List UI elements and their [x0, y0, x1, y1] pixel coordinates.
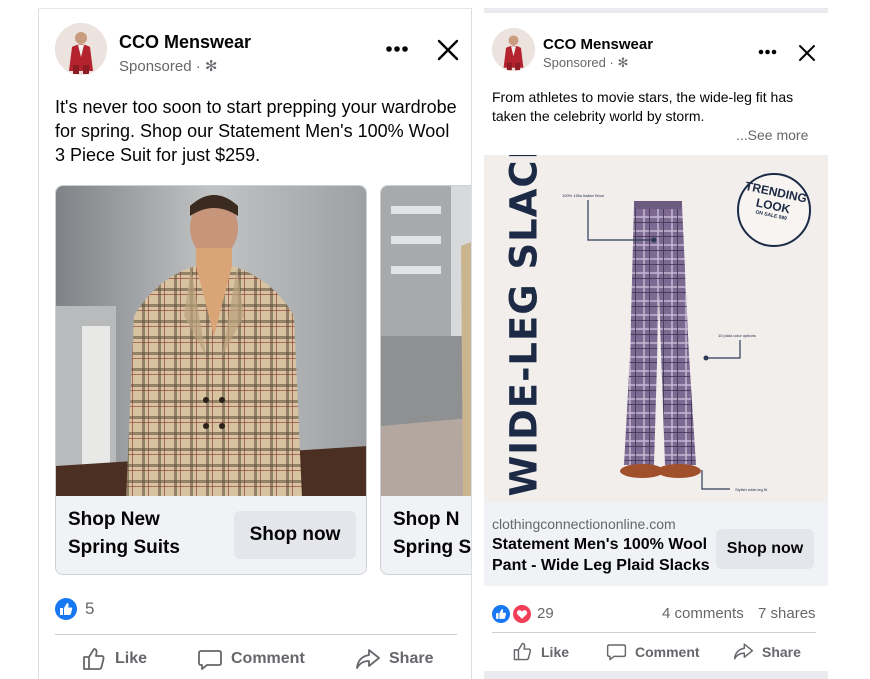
link-domain: clothingconnectiononline.com [492, 516, 676, 532]
shop-now-button[interactable]: Shop now [234, 511, 356, 559]
close-icon[interactable] [437, 39, 459, 61]
comments-count[interactable]: 4 comments [662, 605, 744, 622]
settings-gear-icon: ✻ [617, 55, 629, 70]
settings-gear-icon: ✻ [204, 58, 218, 75]
carousel-footer: Shop New Spring Suits Shop now [56, 496, 366, 574]
suit-model-image [56, 186, 366, 498]
callout-fit: Stylish wide-leg fit [735, 487, 768, 492]
sponsored-text: Sponsored [543, 55, 606, 70]
link-title: Statement Men's 100% Wool Pant - Wide Le… [492, 536, 710, 574]
page-name[interactable]: CCO Menswear [119, 32, 251, 53]
shop-now-button[interactable]: Shop now [716, 529, 814, 569]
like-reaction-icon[interactable] [55, 598, 77, 620]
carousel-title-line1: Shop New [68, 509, 160, 530]
like-reaction-icon[interactable] [492, 605, 510, 623]
share-button[interactable]: Share [355, 646, 433, 672]
sponsored-label: Sponsored · ✻ [119, 57, 217, 75]
carousel-title: Shop New Spring Suits [68, 506, 228, 562]
product-image[interactable]: WIDE-LEG SLACKS TRENDING LOOK ON SALE $9… [484, 155, 828, 502]
avatar-image [55, 23, 107, 75]
more-options-icon[interactable] [758, 49, 777, 55]
carousel-footer: Shop N Spring S [381, 496, 472, 574]
thumbs-up-icon [83, 648, 105, 670]
page-avatar[interactable] [492, 28, 535, 71]
sponsored-text: Sponsored [119, 58, 192, 75]
close-icon[interactable] [798, 44, 816, 62]
avatar-image [492, 28, 535, 71]
right-post-card: CCO Menswear Sponsored · ✻ From athletes… [484, 8, 828, 679]
sponsored-label: Sponsored · ✻ [543, 55, 628, 71]
shares-count[interactable]: 7 shares [758, 605, 816, 622]
like-button[interactable]: Like [512, 641, 569, 662]
callout-colors: 10 plaid color options [718, 333, 756, 338]
building-image [381, 186, 471, 498]
comment-button[interactable]: Comment [606, 641, 700, 662]
carousel-card-spring-suits[interactable]: Shop New Spring Suits Shop now [55, 185, 367, 575]
page-name[interactable]: CCO Menswear [543, 36, 653, 53]
comment-bubble-icon [606, 644, 627, 661]
carousel-title-line1: Shop N [393, 509, 460, 530]
reaction-count[interactable]: 5 [85, 599, 94, 619]
comment-label: Comment [635, 643, 700, 660]
actions-divider [55, 634, 457, 635]
more-options-icon[interactable] [385, 45, 409, 53]
share-arrow-icon [356, 649, 380, 669]
carousel-title-line2: Spring S [393, 537, 472, 558]
share-arrow-icon [733, 643, 754, 660]
share-label: Share [389, 650, 434, 667]
share-button[interactable]: Share [733, 641, 801, 662]
thumbs-up-icon [513, 642, 531, 661]
love-reaction-icon[interactable] [513, 605, 531, 623]
post-caption: It's never too soon to start prepping yo… [55, 97, 457, 165]
comment-button[interactable]: Comment [197, 646, 305, 672]
left-post-card: CCO Menswear Sponsored · ✻ It's never to… [38, 8, 472, 679]
like-button[interactable]: Like [81, 646, 147, 672]
second-photo[interactable] [381, 186, 471, 498]
carousel-title: Shop N Spring S [393, 506, 472, 562]
headline-vertical: WIDE-LEG SLACKS [502, 155, 546, 497]
carousel-card-second[interactable]: Shop N Spring S [380, 185, 472, 575]
carousel-title-line2: Spring Suits [68, 537, 180, 558]
callout-fabric: 100% 150s Italian Wool [562, 193, 604, 198]
link-preview[interactable]: clothingconnectiononline.com Statement M… [484, 502, 828, 586]
bottom-strip [484, 671, 828, 679]
page-avatar[interactable] [55, 23, 107, 75]
suit-photo[interactable] [56, 186, 366, 498]
actions-divider [492, 632, 816, 633]
share-label: Share [762, 643, 801, 660]
like-label: Like [115, 650, 148, 667]
reaction-count[interactable]: 29 [537, 605, 554, 622]
comment-label: Comment [231, 650, 305, 667]
comment-bubble-icon [198, 650, 222, 670]
separator-dot: · [195, 58, 205, 75]
see-more-link[interactable]: ...See more [736, 127, 808, 143]
like-label: Like [541, 643, 570, 660]
post-caption: From athletes to movie stars, the wide-l… [492, 89, 794, 124]
